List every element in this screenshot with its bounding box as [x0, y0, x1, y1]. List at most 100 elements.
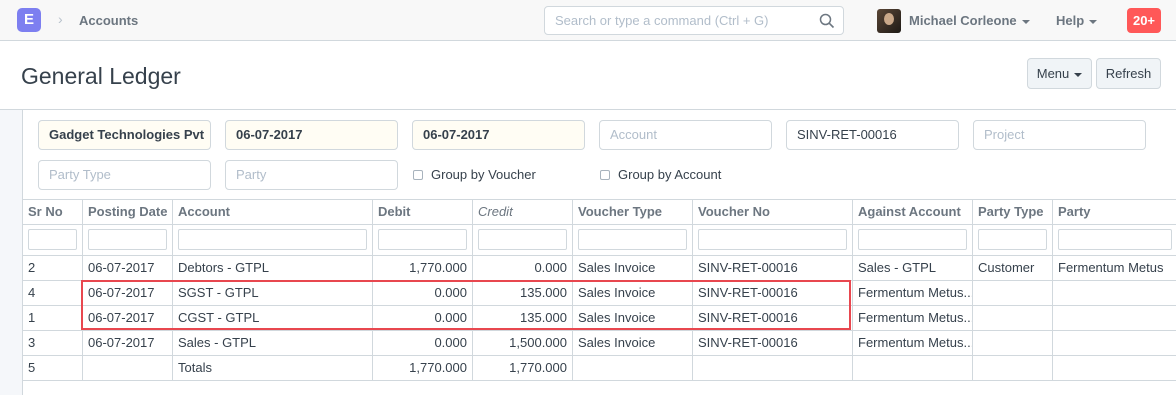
- column-header-voucher-no[interactable]: Voucher No: [693, 200, 853, 224]
- column-header-party-type[interactable]: Party Type: [973, 200, 1053, 224]
- cell-voucher-type[interactable]: [573, 356, 693, 380]
- column-filter-input[interactable]: [858, 229, 967, 250]
- company-filter[interactable]: Gadget Technologies Pvt: [38, 120, 211, 150]
- cell-credit[interactable]: 135.000: [473, 306, 573, 330]
- cell-party[interactable]: [1053, 356, 1176, 380]
- cell-party-type[interactable]: Customer: [973, 256, 1053, 280]
- cell-posting-date[interactable]: 06-07-2017: [83, 331, 173, 355]
- cell-against-account[interactable]: Fermentum Metus...: [853, 281, 973, 305]
- cell-debit[interactable]: 1,770.000: [373, 356, 473, 380]
- cell-party[interactable]: [1053, 281, 1176, 305]
- cell-sr-no[interactable]: 1: [23, 306, 83, 330]
- avatar[interactable]: [877, 9, 901, 33]
- cell-against-account[interactable]: Fermentum Metus...: [853, 331, 973, 355]
- column-filter-input[interactable]: [978, 229, 1047, 250]
- cell-account[interactable]: Totals: [173, 356, 373, 380]
- party-filter[interactable]: Party: [225, 160, 398, 190]
- cell-voucher-type[interactable]: Sales Invoice: [573, 306, 693, 330]
- cell-voucher-no[interactable]: [693, 356, 853, 380]
- cell-account[interactable]: Debtors - GTPL: [173, 256, 373, 280]
- cell-account[interactable]: Sales - GTPL: [173, 331, 373, 355]
- cell-debit[interactable]: 0.000: [373, 281, 473, 305]
- cell-credit[interactable]: 1,500.000: [473, 331, 573, 355]
- search-icon[interactable]: [819, 13, 835, 29]
- ledger-grid: Sr No Posting Date Account Debit Credit …: [23, 199, 1176, 381]
- cell-voucher-no[interactable]: SINV-RET-00016: [693, 256, 853, 280]
- column-filter-input[interactable]: [28, 229, 77, 250]
- column-filter-input[interactable]: [478, 229, 567, 250]
- column-header-against-account[interactable]: Against Account: [853, 200, 973, 224]
- user-menu[interactable]: Michael Corleone: [909, 13, 1030, 28]
- cell-against-account[interactable]: [853, 356, 973, 380]
- cell-sr-no[interactable]: 5: [23, 356, 83, 380]
- column-filter-input[interactable]: [378, 229, 467, 250]
- voucher-no-filter[interactable]: SINV-RET-00016: [786, 120, 959, 150]
- cell-posting-date[interactable]: 06-07-2017: [83, 256, 173, 280]
- table-row[interactable]: 5 Totals 1,770.000 1,770.000: [23, 356, 1176, 381]
- cell-sr-no[interactable]: 2: [23, 256, 83, 280]
- cell-debit[interactable]: 0.000: [373, 331, 473, 355]
- column-filter-input[interactable]: [698, 229, 847, 250]
- cell-voucher-type[interactable]: Sales Invoice: [573, 331, 693, 355]
- table-row[interactable]: 1 06-07-2017 CGST - GTPL 0.000 135.000 Sales …: [23, 306, 1176, 331]
- notifications-badge[interactable]: 20+: [1127, 8, 1161, 33]
- cell-voucher-no[interactable]: SINV-RET-00016: [693, 331, 853, 355]
- column-header-posting-date[interactable]: Posting Date: [83, 200, 173, 224]
- cell-voucher-no[interactable]: SINV-RET-00016: [693, 306, 853, 330]
- breadcrumb-accounts[interactable]: Accounts: [79, 13, 138, 28]
- column-header-account[interactable]: Account: [173, 200, 373, 224]
- help-menu[interactable]: Help: [1056, 13, 1098, 28]
- cell-sr-no[interactable]: 3: [23, 331, 83, 355]
- cell-party-type[interactable]: [973, 306, 1053, 330]
- column-filter-input[interactable]: [578, 229, 687, 250]
- column-header-debit[interactable]: Debit: [373, 200, 473, 224]
- column-header-sr-no[interactable]: Sr No: [23, 200, 83, 224]
- checkbox-icon[interactable]: [600, 170, 610, 180]
- cell-party-type[interactable]: [973, 281, 1053, 305]
- cell-debit[interactable]: 0.000: [373, 306, 473, 330]
- checkbox-icon[interactable]: [413, 170, 423, 180]
- cell-party[interactable]: Fermentum Metus: [1053, 256, 1176, 280]
- cell-posting-date[interactable]: [83, 356, 173, 380]
- project-filter[interactable]: Project: [973, 120, 1146, 150]
- cell-credit[interactable]: 135.000: [473, 281, 573, 305]
- search-input[interactable]: [545, 7, 805, 34]
- refresh-button[interactable]: Refresh: [1096, 58, 1161, 89]
- account-filter[interactable]: Account: [599, 120, 772, 150]
- search-box[interactable]: [544, 6, 844, 35]
- column-header-party[interactable]: Party: [1053, 200, 1176, 224]
- party-type-filter[interactable]: Party Type: [38, 160, 211, 190]
- column-header-credit[interactable]: Credit: [473, 200, 573, 224]
- cell-against-account[interactable]: Sales - GTPL: [853, 256, 973, 280]
- column-filter-input[interactable]: [178, 229, 367, 250]
- group-by-account-checkbox[interactable]: Group by Account: [600, 167, 721, 182]
- from-date-filter[interactable]: 06-07-2017: [225, 120, 398, 150]
- cell-sr-no[interactable]: 4: [23, 281, 83, 305]
- menu-button[interactable]: Menu: [1027, 58, 1092, 89]
- column-header-voucher-type[interactable]: Voucher Type: [573, 200, 693, 224]
- grid-header: Sr No Posting Date Account Debit Credit …: [23, 200, 1176, 225]
- cell-account[interactable]: SGST - GTPL: [173, 281, 373, 305]
- cell-against-account[interactable]: Fermentum Metus...: [853, 306, 973, 330]
- table-row[interactable]: 3 06-07-2017 Sales - GTPL 0.000 1,500.000 Sal…: [23, 331, 1176, 356]
- cell-party[interactable]: [1053, 306, 1176, 330]
- column-filter-input[interactable]: [88, 229, 167, 250]
- group-by-voucher-checkbox[interactable]: Group by Voucher: [413, 167, 536, 182]
- table-row[interactable]: 2 06-07-2017 Debtors - GTPL 1,770.000 0.000 S…: [23, 256, 1176, 281]
- app-logo[interactable]: E: [17, 8, 41, 32]
- cell-voucher-no[interactable]: SINV-RET-00016: [693, 281, 853, 305]
- column-filter-input[interactable]: [1058, 229, 1172, 250]
- to-date-filter[interactable]: 06-07-2017: [412, 120, 585, 150]
- cell-account[interactable]: CGST - GTPL: [173, 306, 373, 330]
- cell-posting-date[interactable]: 06-07-2017: [83, 281, 173, 305]
- cell-debit[interactable]: 1,770.000: [373, 256, 473, 280]
- cell-voucher-type[interactable]: Sales Invoice: [573, 281, 693, 305]
- cell-voucher-type[interactable]: Sales Invoice: [573, 256, 693, 280]
- cell-party[interactable]: [1053, 331, 1176, 355]
- cell-posting-date[interactable]: 06-07-2017: [83, 306, 173, 330]
- cell-party-type[interactable]: [973, 331, 1053, 355]
- table-row[interactable]: 4 06-07-2017 SGST - GTPL 0.000 135.000 Sales …: [23, 281, 1176, 306]
- cell-credit[interactable]: 0.000: [473, 256, 573, 280]
- cell-party-type[interactable]: [973, 356, 1053, 380]
- cell-credit[interactable]: 1,770.000: [473, 356, 573, 380]
